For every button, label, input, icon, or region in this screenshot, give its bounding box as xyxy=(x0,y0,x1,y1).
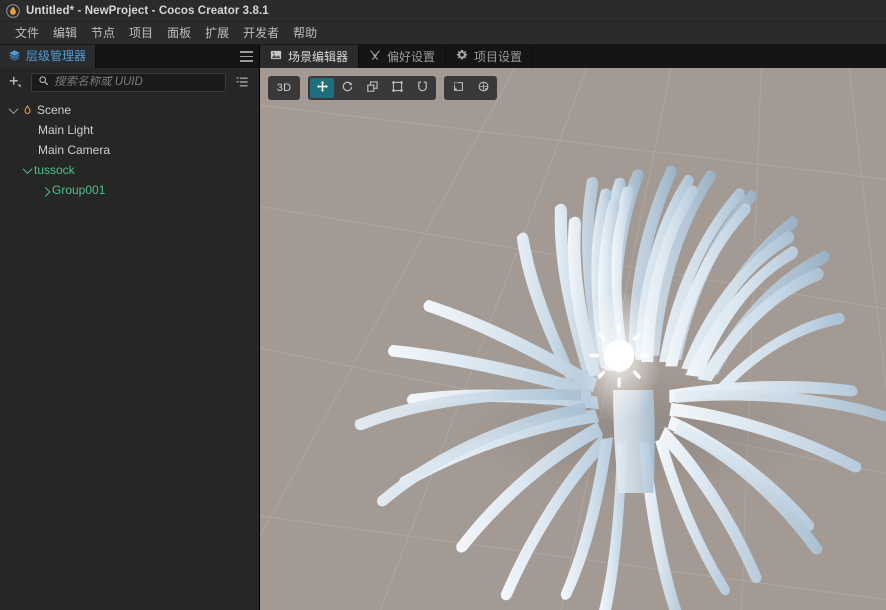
layers-icon xyxy=(8,49,21,65)
filter-list-icon[interactable] xyxy=(231,72,253,92)
menu-project[interactable]: 项目 xyxy=(122,24,160,43)
menu-developer[interactable]: 开发者 xyxy=(236,24,286,43)
rect-transform-tool[interactable] xyxy=(385,78,409,98)
rotate-icon xyxy=(341,80,354,96)
tab-project-settings-label: 项目设置 xyxy=(474,50,523,64)
pivot-toggle[interactable] xyxy=(446,78,470,98)
hierarchy-tabbar: 层级管理器 xyxy=(0,45,259,68)
tabbar-spacer xyxy=(96,45,233,68)
tree-item-tussock[interactable]: tussock xyxy=(0,160,259,180)
menu-help[interactable]: 帮助 xyxy=(286,24,324,43)
tree-label-main-light: Main Light xyxy=(38,123,94,137)
cocos-creator-window: Untitled* - NewProject - Cocos Creator 3… xyxy=(0,0,886,610)
scale-icon xyxy=(366,80,379,96)
move-tool[interactable] xyxy=(310,78,334,98)
tree-label-scene: Scene xyxy=(37,103,72,117)
twisty-tussock[interactable] xyxy=(20,163,34,174)
menu-panel[interactable]: 面板 xyxy=(160,24,198,43)
menu-edit[interactable]: 编辑 xyxy=(46,24,84,43)
tree-label-group001: Group001 xyxy=(52,183,106,197)
scale-tool[interactable] xyxy=(360,78,384,98)
scene-render xyxy=(260,68,886,610)
rotate-tool[interactable] xyxy=(335,78,359,98)
tree-label-tussock: tussock xyxy=(34,163,75,177)
editor-tabbar: 场景编辑器 偏好设置 项目设置 xyxy=(260,45,886,68)
pivot-center-icon xyxy=(452,80,465,96)
menu-node[interactable]: 节点 xyxy=(84,24,122,43)
search-input[interactable] xyxy=(54,76,219,88)
dimension-toggle-group: 3D xyxy=(268,76,300,100)
menu-bar: 文件 编辑 节点 项目 面板 扩展 开发者 帮助 xyxy=(0,22,886,45)
tab-scene-editor[interactable]: 场景编辑器 xyxy=(260,45,360,68)
tree-item-main-light[interactable]: Main Light xyxy=(0,120,259,140)
rect-transform-icon xyxy=(391,80,404,96)
title-bar: Untitled* - NewProject - Cocos Creator 3… xyxy=(0,0,886,22)
window-title: Untitled* - NewProject - Cocos Creator 3… xyxy=(26,4,269,17)
tab-hierarchy-label: 层级管理器 xyxy=(26,49,87,63)
pivot-tools-group xyxy=(444,76,497,100)
tab-scene-editor-label: 场景编辑器 xyxy=(288,50,349,64)
twisty-scene[interactable] xyxy=(6,103,20,114)
scene-viewport[interactable]: 3D xyxy=(260,68,886,610)
tree-item-main-camera[interactable]: Main Camera xyxy=(0,140,259,160)
magnet-tool[interactable] xyxy=(410,78,434,98)
tab-preferences-label: 偏好设置 xyxy=(387,50,436,64)
viewport-toolbar: 3D xyxy=(268,76,497,100)
tree-item-scene[interactable]: Scene xyxy=(0,100,259,120)
twisty-group001[interactable] xyxy=(38,186,52,197)
tab-project-settings[interactable]: 项目设置 xyxy=(446,45,534,68)
scene-image-icon xyxy=(270,49,282,64)
tools-icon xyxy=(369,49,381,64)
dimension-toggle-button[interactable]: 3D xyxy=(271,78,297,98)
plus-icon[interactable] xyxy=(4,72,26,92)
editor-panel: 场景编辑器 偏好设置 项目设置 3D xyxy=(260,45,886,610)
tree-label-main-camera: Main Camera xyxy=(38,143,111,157)
tab-hierarchy[interactable]: 层级管理器 xyxy=(0,45,97,68)
tab-preferences[interactable]: 偏好设置 xyxy=(359,45,447,68)
magnet-icon xyxy=(416,80,429,96)
menu-extension[interactable]: 扩展 xyxy=(198,24,236,43)
gear-icon xyxy=(456,49,468,64)
hierarchy-search-row xyxy=(0,68,259,96)
cocos-logo-icon xyxy=(6,3,20,18)
main-body: 层级管理器 搜索名称或 UUID Scene Main Light Main C… xyxy=(0,45,886,610)
scene-flame-icon xyxy=(20,104,34,116)
tree-item-group001[interactable]: Group001 xyxy=(0,180,259,200)
move-arrows-icon xyxy=(316,80,329,96)
search-icon xyxy=(38,73,49,91)
coordinate-toggle[interactable] xyxy=(471,78,495,98)
global-local-icon xyxy=(477,80,490,96)
hierarchy-panel: 层级管理器 搜索名称或 UUID Scene Main Light Main C… xyxy=(0,45,260,610)
menu-file[interactable]: 文件 xyxy=(8,24,46,43)
transform-tools-group xyxy=(308,76,436,100)
hamburger-icon[interactable] xyxy=(233,45,259,68)
hierarchy-tree: Scene Main Light Main Camera tussock Gro… xyxy=(0,96,259,610)
search-input-wrapper[interactable] xyxy=(31,72,226,92)
